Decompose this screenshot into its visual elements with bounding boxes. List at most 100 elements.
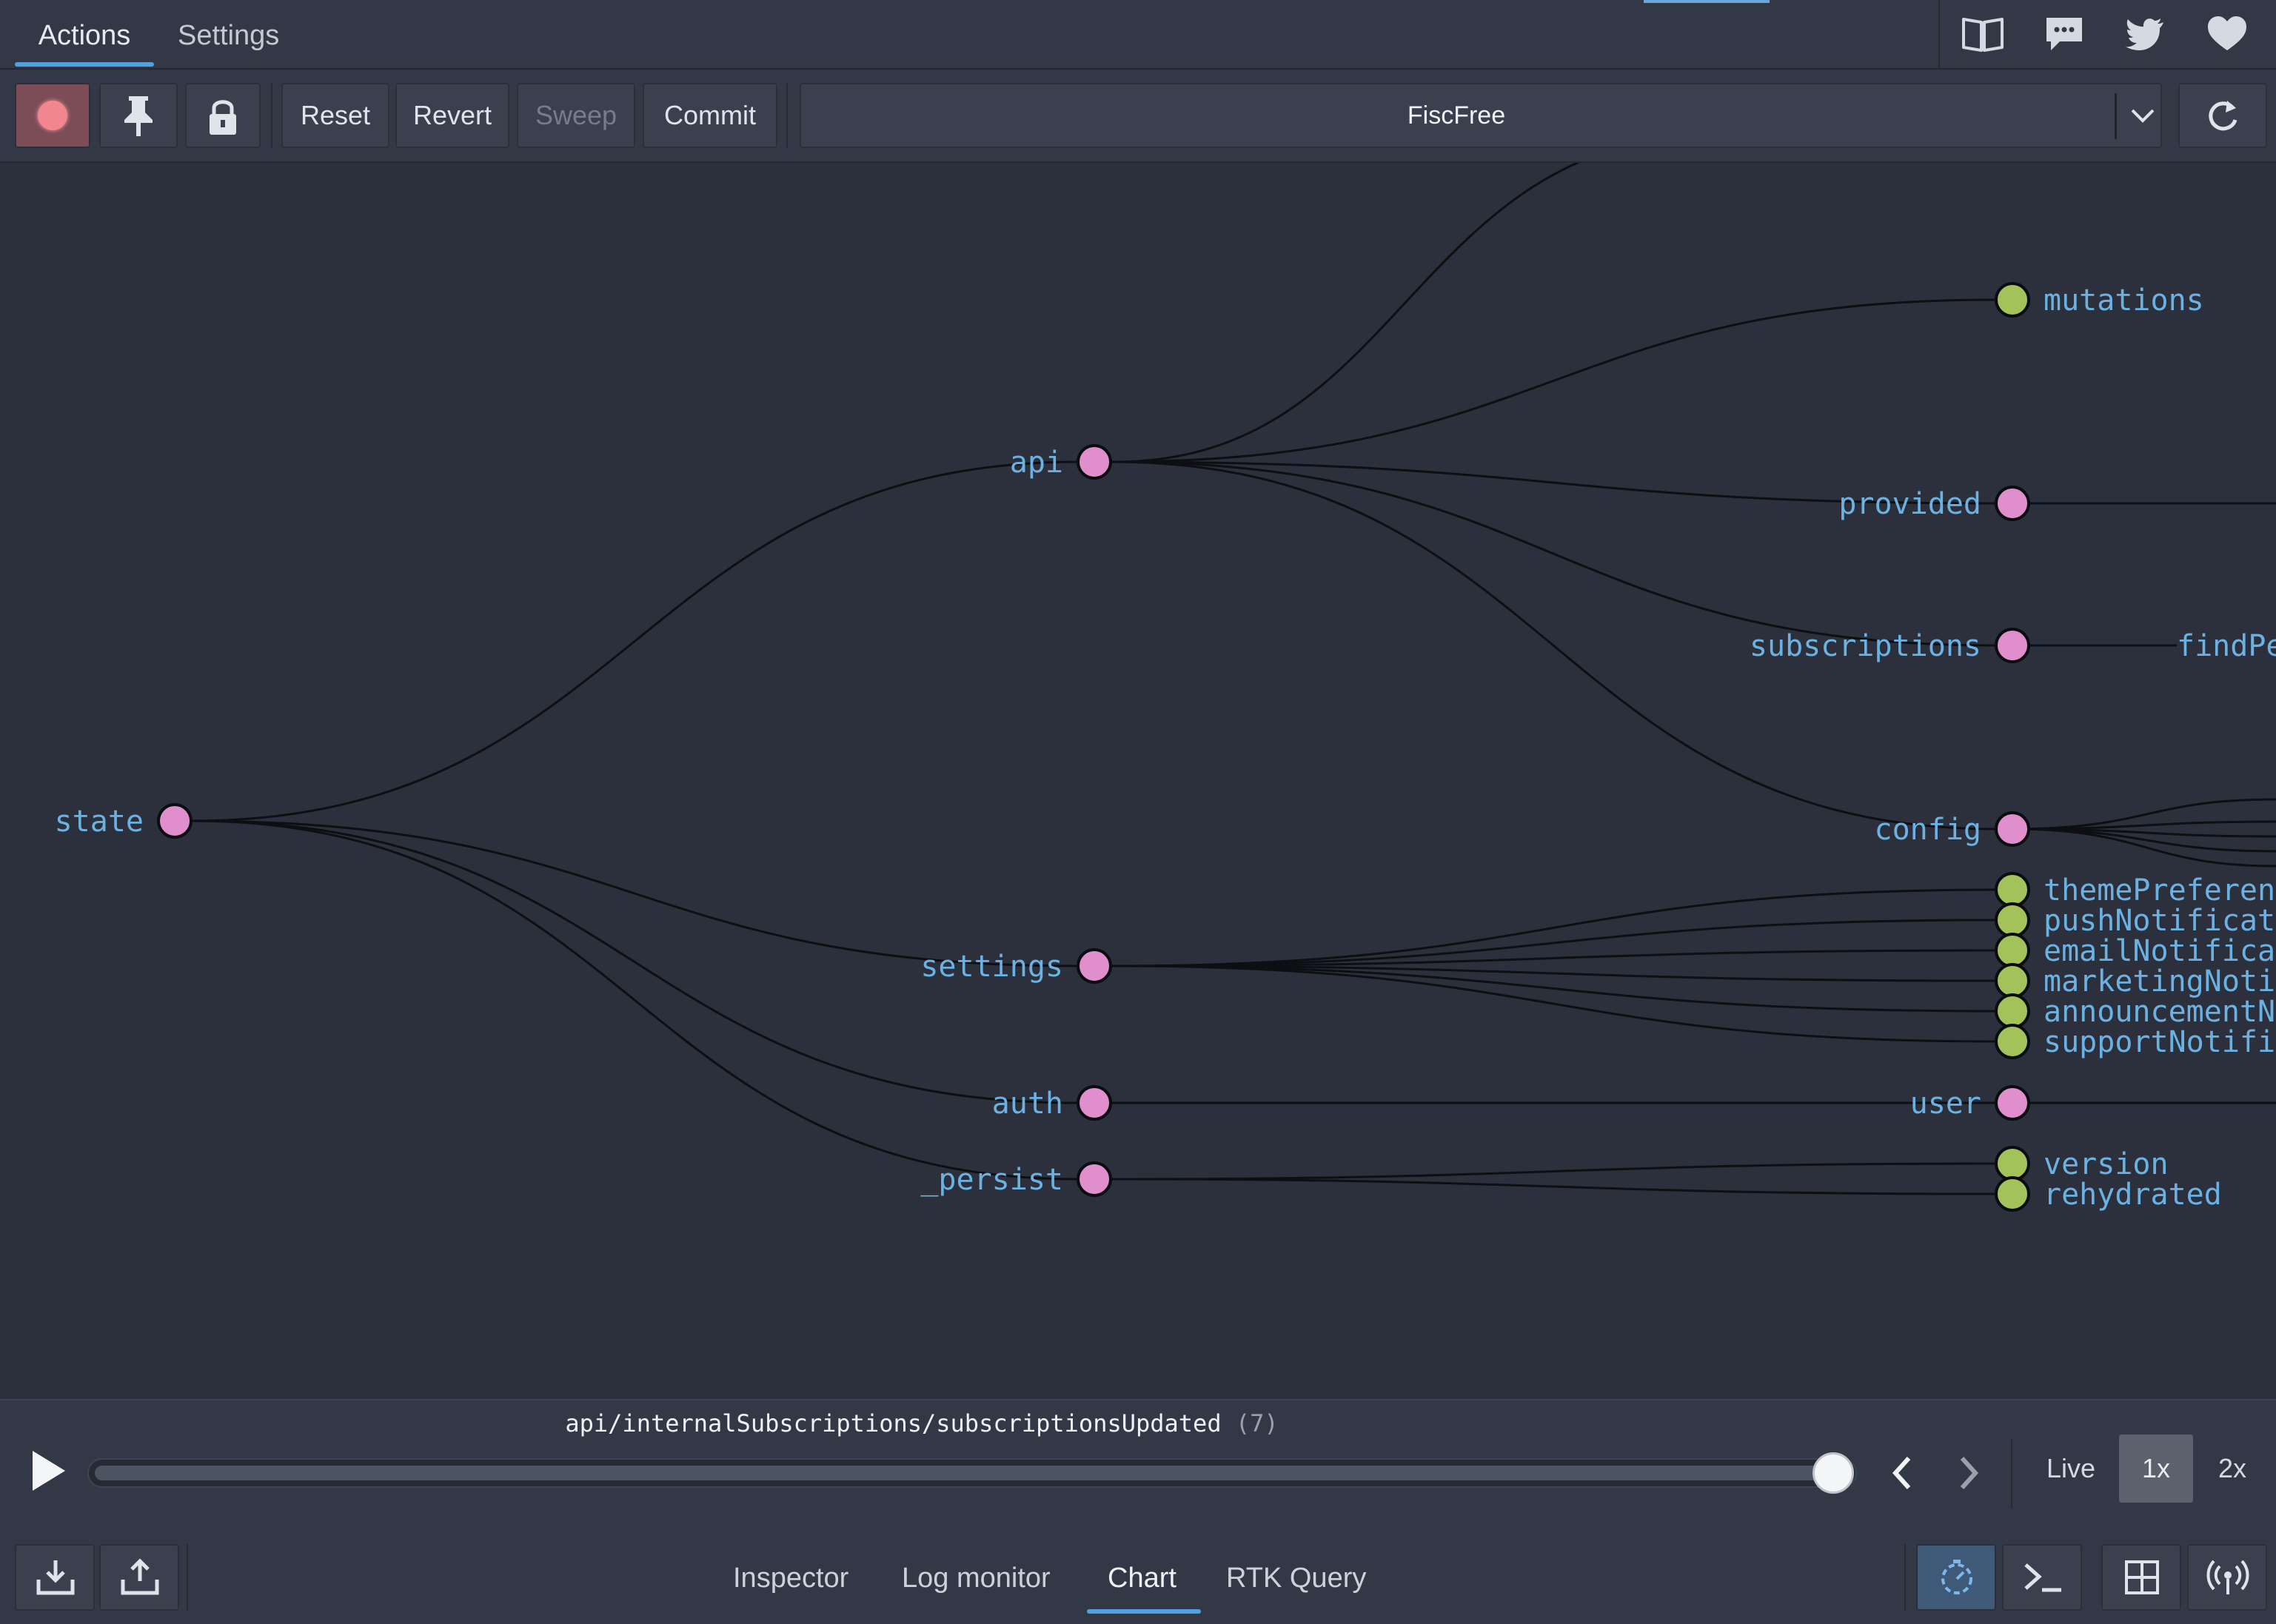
import-button[interactable] <box>15 1544 95 1611</box>
record-icon <box>38 101 67 130</box>
top-progress-indicator <box>1644 0 1770 3</box>
pin-button[interactable] <box>99 83 178 148</box>
layout-button[interactable] <box>2101 1544 2181 1611</box>
commit-button[interactable]: Commit <box>643 83 777 148</box>
tree-node-circle[interactable] <box>1995 933 2030 968</box>
tree-node-marketingNotifications[interactable]: marketingNoti <box>1995 963 2275 999</box>
tree-node-findPe[interactable]: findPe <box>2177 629 2276 663</box>
tree-node-circle[interactable] <box>1995 993 2030 1029</box>
play-button[interactable] <box>28 1446 70 1495</box>
broadcast-button[interactable] <box>2187 1544 2267 1611</box>
bottom-divider <box>1904 1544 1906 1611</box>
previous-action-button[interactable] <box>1885 1452 1919 1494</box>
timer-button[interactable] <box>1916 1544 1996 1611</box>
slider-track[interactable] <box>87 1458 1857 1488</box>
tree-node-circle[interactable] <box>1995 1176 2030 1212</box>
tree-node-label: version <box>2044 1147 2169 1181</box>
tree-link-state-api <box>190 460 1079 822</box>
tab-actions[interactable]: Actions <box>15 0 154 68</box>
links-layer <box>190 163 2276 1195</box>
tree-node-state[interactable]: state <box>55 803 193 839</box>
tree-node-label: announcementN <box>2044 995 2275 1029</box>
speed-live-button[interactable]: Live <box>2030 1435 2112 1503</box>
tree-node-circle[interactable] <box>1995 628 2030 663</box>
tree-node-circle[interactable] <box>1995 872 2030 907</box>
tree-node-label: state <box>55 805 144 839</box>
tree-node-circle[interactable] <box>1077 948 1112 984</box>
tree-node-label: emailNotifica <box>2044 934 2275 968</box>
tree-node-settings[interactable]: settings <box>920 948 1112 984</box>
book-icon[interactable] <box>1961 13 2005 55</box>
tree-svg[interactable]: state api settings auth _persist mutations pro… <box>0 163 2276 1399</box>
speed-2x-button[interactable]: 2x <box>2199 1435 2266 1503</box>
toolbar: Reset Revert Sweep Commit FiscFree <box>0 70 2276 163</box>
tree-node-label: settings <box>920 950 1063 984</box>
tree-node-pushNotifications[interactable]: pushNotificat <box>1995 902 2275 938</box>
tab-rtk-query[interactable]: RTK Query <box>1226 1532 1366 1624</box>
tree-node-rehydrated[interactable]: rehydrated <box>1995 1176 2222 1212</box>
tab-log-monitor[interactable]: Log monitor <box>902 1532 1051 1624</box>
tree-node-circle[interactable] <box>157 803 193 839</box>
chat-icon[interactable] <box>2042 13 2086 55</box>
action-type: api/internalSubscriptions/subscriptionsU… <box>565 1409 1222 1437</box>
tree-node-circle[interactable] <box>1077 1085 1112 1121</box>
slider-thumb[interactable] <box>1813 1452 1854 1494</box>
tree-node-version[interactable]: version <box>1995 1146 2169 1181</box>
tree-node-circle[interactable] <box>1995 1024 2030 1059</box>
tree-node-api[interactable]: api <box>1010 444 1112 480</box>
slider-fill <box>95 1466 1830 1480</box>
tab-settings[interactable]: Settings <box>178 0 279 68</box>
instance-select[interactable]: FiscFree <box>800 83 2162 148</box>
tree-node-circle[interactable] <box>1077 444 1112 480</box>
top-icon-group <box>1938 0 2276 68</box>
tab-inspector[interactable]: Inspector <box>733 1532 849 1624</box>
sweep-button[interactable]: Sweep <box>517 83 635 148</box>
tree-node-circle[interactable] <box>1995 486 2030 521</box>
timer-icon <box>1941 1560 1972 1594</box>
lock-button[interactable] <box>185 83 261 148</box>
next-action-button[interactable] <box>1952 1452 1986 1494</box>
state-tree-chart[interactable]: state api settings auth _persist mutations pro… <box>0 163 2276 1399</box>
tree-node-emailNotifications[interactable]: emailNotifica <box>1995 933 2275 968</box>
tree-node-label: pushNotificat <box>2044 904 2275 938</box>
sync-button[interactable] <box>2178 83 2267 148</box>
reset-button[interactable]: Reset <box>281 83 389 148</box>
tree-node-themePreference[interactable]: themePreferen <box>1995 872 2275 907</box>
chevron-right-icon <box>1960 1456 1979 1490</box>
slider-monitor: api/internalSubscriptions/subscriptionsU… <box>0 1399 2276 1534</box>
tree-node-circle[interactable] <box>1077 1161 1112 1197</box>
tree-node-circle[interactable] <box>1995 963 2030 999</box>
tree-node-auth[interactable]: auth <box>992 1085 1112 1121</box>
heart-icon[interactable] <box>2205 13 2249 55</box>
select-separator <box>2115 93 2117 139</box>
export-button[interactable] <box>99 1544 179 1611</box>
tree-node-supportNotifications[interactable]: supportNotifi <box>1995 1024 2275 1059</box>
instance-value: FiscFree <box>1407 101 1506 130</box>
record-button[interactable] <box>15 83 90 148</box>
tree-node-circle[interactable] <box>1995 811 2030 847</box>
tree-node-persist[interactable]: _persist <box>920 1161 1112 1197</box>
tree-link-state-settings <box>190 819 1079 967</box>
tree-link <box>2012 820 2276 831</box>
bottom-bar: Inspector Log monitor Chart RTK Query <box>0 1532 2276 1624</box>
tree-node-config[interactable]: config <box>1875 811 2030 847</box>
tree-node-circle[interactable] <box>1995 1085 2030 1121</box>
tree-node-announcementNotifications[interactable]: announcementN <box>1995 993 2275 1029</box>
tree-node-provided[interactable]: provided <box>1838 486 2030 521</box>
toolbar-divider <box>786 83 788 148</box>
twitter-icon[interactable] <box>2123 13 2168 55</box>
revert-button[interactable]: Revert <box>395 83 509 148</box>
nodes-layer[interactable]: state api settings auth _persist mutations pro… <box>55 282 2276 1212</box>
lock-icon <box>210 100 236 135</box>
top-tab-bar: Actions Settings <box>0 0 2276 70</box>
tree-node-circle[interactable] <box>1995 282 2030 318</box>
tree-node-label: user <box>1910 1087 1981 1121</box>
tree-node-circle[interactable] <box>1995 902 2030 938</box>
chevron-down-icon[interactable] <box>2126 99 2159 132</box>
tree-node-user[interactable]: user <box>1910 1085 2030 1121</box>
speed-1x-button[interactable]: 1x <box>2119 1435 2193 1503</box>
tree-node-label: subscriptions <box>1750 629 1981 663</box>
tree-node-mutations[interactable]: mutations <box>1995 282 2204 318</box>
terminal-button[interactable] <box>2002 1544 2082 1611</box>
tree-node-circle[interactable] <box>1995 1146 2030 1181</box>
